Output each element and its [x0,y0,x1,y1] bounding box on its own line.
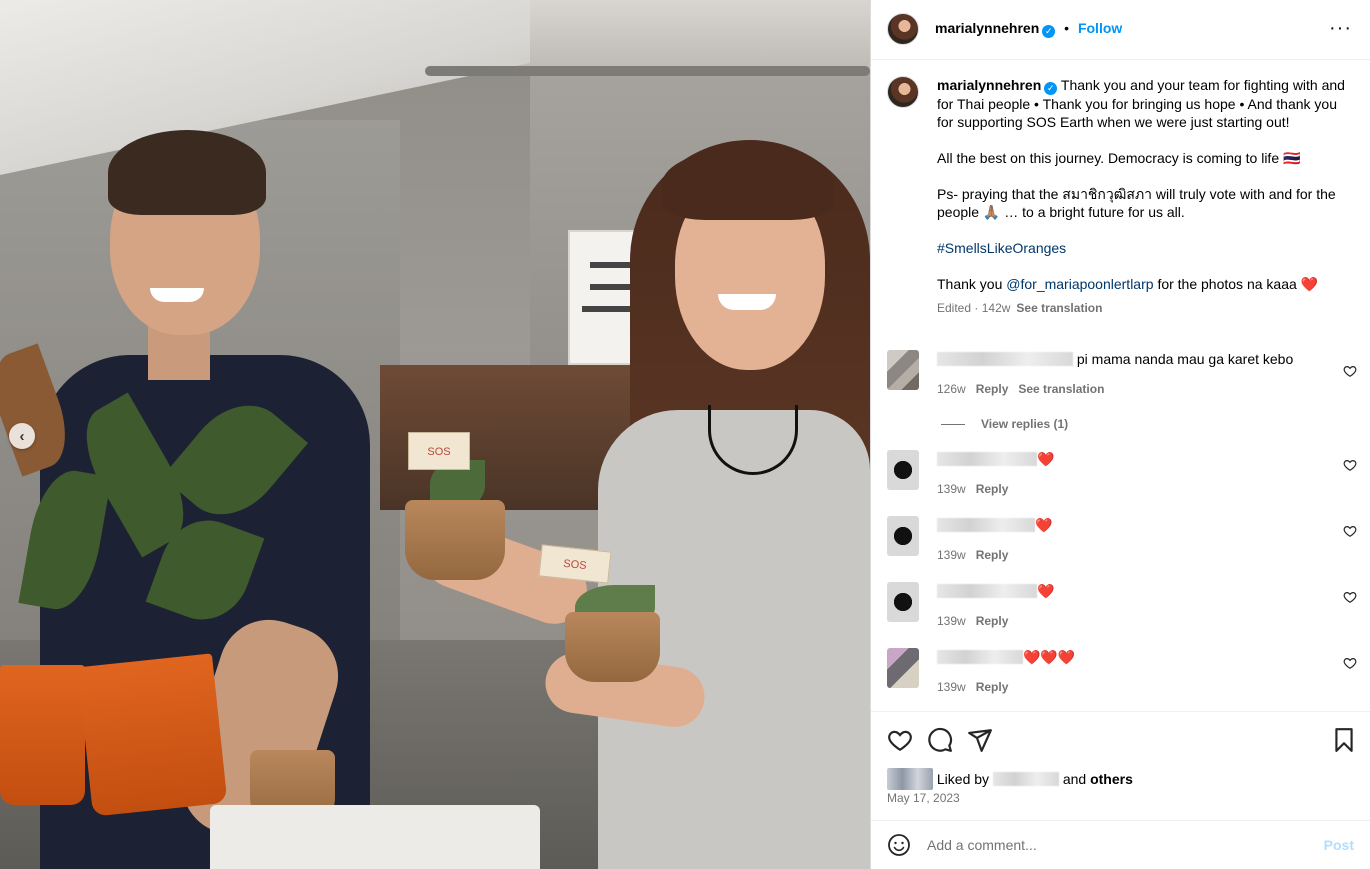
blurred-username[interactable] [937,584,1037,598]
caption-paragraph-4: Thank you @for_mariapoonlertlarp for the… [937,275,1347,293]
header-user: marialynnehren ✓ • Follow [935,20,1122,38]
comment-body: ❤️ [937,516,1052,534]
and-label: and [1062,771,1087,787]
like-comment-heart-icon[interactable] [1343,458,1357,472]
post-photo: SOS SOS ‹ [0,0,870,869]
comment-avatar[interactable] [887,648,919,688]
comment-time[interactable]: 139w [937,614,966,628]
comment-bubble-icon[interactable] [927,727,953,753]
photo-table [210,805,540,869]
post-header: marialynnehren ✓ • Follow ··· [871,0,1370,60]
blurred-username[interactable] [937,352,1073,366]
caption: marialynnehren ✓ Thank you and your team … [937,76,1347,317]
comment-avatar[interactable] [887,450,919,490]
see-translation-button[interactable]: See translation [1016,301,1102,315]
post-side-panel: marialynnehren ✓ • Follow ··· marialynneh… [870,0,1370,869]
post-date[interactable]: May 17, 2023 [887,791,960,805]
blurred-username[interactable] [937,452,1037,466]
caption-avatar[interactable] [887,76,919,108]
view-replies-button[interactable]: View replies (1) [941,417,1068,431]
comment-time[interactable]: 126w [937,382,966,396]
caption-edited: Edited [937,300,972,315]
coir-pot [565,612,660,682]
comment-text: ❤️ [1037,583,1055,599]
comment-avatar[interactable] [887,350,919,390]
post-actions: Liked by and others May 17, 2023 [871,711,1370,821]
meta-dot: · [974,300,979,315]
comment-meta: 139w Reply [937,614,1008,628]
comment-text: pi mama nanda mau ga karet kebo [1076,351,1294,367]
comment-meta: 139w Reply [937,482,1008,496]
caption-paragraph-1: marialynnehren ✓ Thank you and your team … [937,76,1347,131]
add-comment-bar: Add a comment... Post [871,820,1370,869]
caption-username[interactable]: marialynnehren [937,77,1041,93]
comment-avatar[interactable] [887,516,919,556]
post-comment-button[interactable]: Post [1324,837,1354,853]
blurred-username[interactable] [937,518,1035,532]
share-send-icon[interactable] [967,727,993,753]
reply-button[interactable]: Reply [976,614,1009,628]
avatar[interactable] [887,13,919,45]
caption-time[interactable]: 142w [982,301,1011,315]
chevron-left-icon[interactable]: ‹ [9,423,35,449]
orange-pot [77,653,228,817]
see-translation-button[interactable]: See translation [1018,382,1104,396]
comment-meta: 126w Reply See translation [937,382,1104,396]
verified-badge-icon: ✓ [1044,81,1058,95]
man-smile [150,288,204,302]
verified-badge-icon: ✓ [1042,25,1056,38]
reply-button[interactable]: Reply [976,382,1009,396]
save-bookmark-icon[interactable] [1331,727,1357,753]
comment-text: ❤️ [1037,451,1055,467]
comment-body: ❤️ [937,450,1054,468]
header-separator: • [1064,20,1070,36]
comment-time[interactable]: 139w [937,548,966,562]
reply-button[interactable]: Reply [976,482,1009,496]
woman-smile [718,294,776,310]
comment-meta: 139w Reply [937,548,1008,562]
like-comment-heart-icon[interactable] [1343,524,1357,538]
liked-by-label: Liked by [936,771,990,787]
caption-text-4-suffix: for the photos na kaaa ❤️ [1157,275,1319,292]
reply-button[interactable]: Reply [976,680,1009,694]
photo-pipe [425,66,870,76]
likes-summary: Liked by and others [887,768,1133,790]
hashtag-link[interactable]: #SmellsLikeOranges [937,240,1066,256]
caption-meta: Edited · 142w See translation [937,299,1347,317]
add-comment-input[interactable]: Add a comment... [927,837,1037,853]
caption-text-2: All the best on this journey. Democracy … [937,149,1301,166]
like-heart-icon[interactable] [887,727,913,753]
orange-pot [0,665,85,805]
comment-meta: 139w Reply [937,680,1008,694]
more-horizontal-icon[interactable]: ··· [1329,18,1352,38]
coir-pot [405,500,505,580]
comment-time[interactable]: 139w [937,482,966,496]
liker-avatars[interactable] [887,768,933,790]
caption-text-4-prefix: Thank you [937,275,1003,292]
follow-button[interactable]: Follow [1078,20,1122,36]
woman-bangs [662,148,834,220]
man-hair [108,130,266,215]
comment-time[interactable]: 139w [937,680,966,694]
comment-avatar[interactable] [887,582,919,622]
mention-link[interactable]: @for_mariapoonlertlarp [1006,276,1153,292]
comment-body: pi mama nanda mau ga karet kebo [937,350,1293,368]
header-username[interactable]: marialynnehren [935,20,1039,36]
comment-body: ❤️ [937,582,1054,600]
reply-button[interactable]: Reply [976,548,1009,562]
like-comment-heart-icon[interactable] [1343,656,1357,670]
blurred-liker[interactable] [992,772,1059,786]
comment-text: ❤️ [1035,517,1053,533]
blurred-username[interactable] [937,650,1023,664]
like-comment-heart-icon[interactable] [1343,364,1357,378]
others-link[interactable]: others [1090,771,1133,787]
comment-text: ❤️❤️❤️ [1023,649,1076,665]
emoji-icon[interactable] [887,833,911,857]
sos-tag: SOS [408,432,470,470]
caption-text-3: Ps- praying that the สมาชิกวุฒิสภา will … [937,185,1336,220]
like-comment-heart-icon[interactable] [1343,590,1357,604]
comment-body: ❤️❤️❤️ [937,648,1075,666]
